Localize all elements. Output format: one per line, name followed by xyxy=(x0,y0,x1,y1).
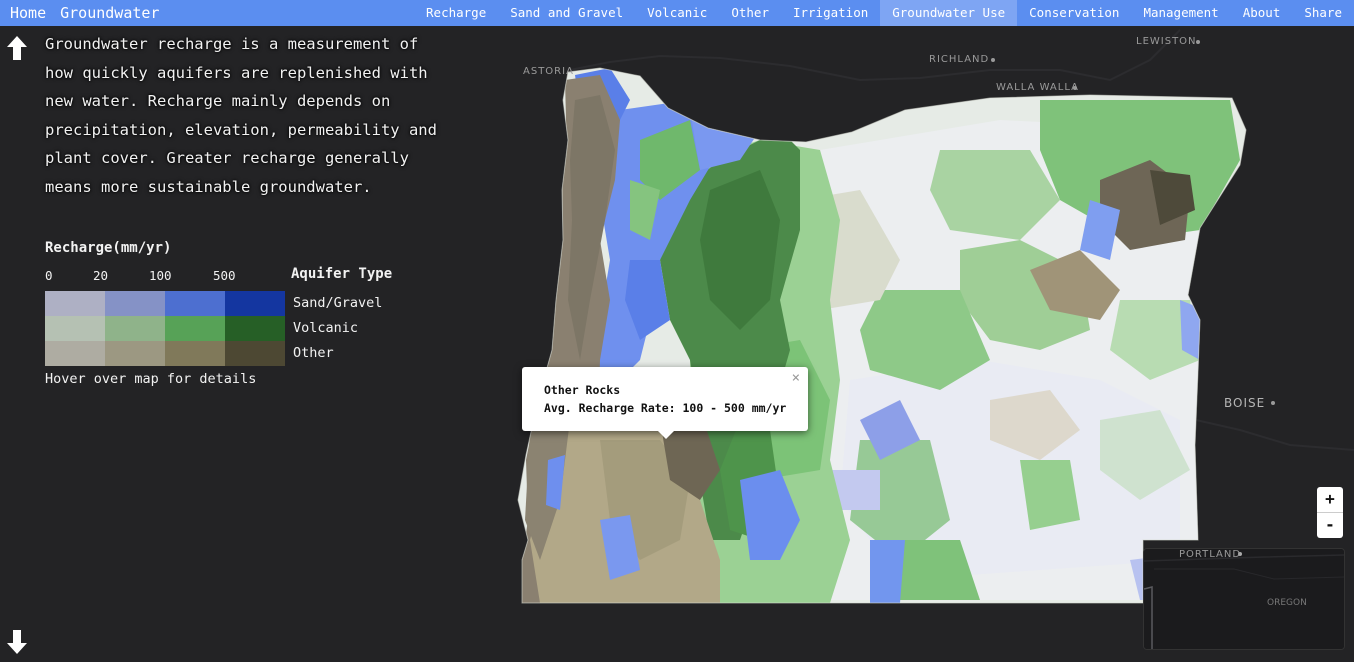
zoom-out-button[interactable]: - xyxy=(1317,513,1343,538)
hover-hint: Hover over map for details xyxy=(45,371,257,387)
legend-swatch xyxy=(225,316,285,341)
site-title[interactable]: Groundwater xyxy=(60,4,159,22)
aquifer-type-title: Aquifer Type xyxy=(291,266,393,282)
popup-title: Other Rocks xyxy=(544,383,621,397)
legend-swatch xyxy=(105,291,165,316)
legend-swatch xyxy=(45,316,105,341)
map-popup: × Other Rocks Avg. Recharge Rate: 100 - … xyxy=(522,367,808,439)
legend-swatch xyxy=(45,291,105,316)
legend-swatch xyxy=(165,291,225,316)
minimap[interactable]: PORTLAND OREGON xyxy=(1143,548,1345,650)
place-oregon: OREGON xyxy=(1267,598,1307,608)
legend-swatch xyxy=(225,341,285,366)
legend-title: Recharge(mm/yr) xyxy=(45,240,172,256)
home-link[interactable]: Home xyxy=(10,4,46,22)
minimap-canvas xyxy=(1144,549,1344,649)
popup-tip xyxy=(657,430,675,439)
nav-other[interactable]: Other xyxy=(719,0,781,26)
nav-share[interactable]: Share xyxy=(1292,0,1354,26)
aquifer-label-volcanic: Volcanic xyxy=(293,320,359,336)
popup-close-button[interactable]: × xyxy=(792,371,800,385)
place-astoria: ASTORIA xyxy=(523,66,574,77)
nav-management[interactable]: Management xyxy=(1131,0,1230,26)
nav-groundwater-use[interactable]: Groundwater Use xyxy=(880,0,1018,26)
legend-swatches xyxy=(45,291,285,366)
legend-swatch xyxy=(165,316,225,341)
nav-irrigation[interactable]: Irrigation xyxy=(781,0,880,26)
nav-recharge[interactable]: Recharge xyxy=(414,0,498,26)
aquifer-label-sand-gravel: Sand/Gravel xyxy=(293,295,383,311)
place-boise: BOISE xyxy=(1224,396,1266,410)
intro-text: Groundwater recharge is a measurement of… xyxy=(45,35,437,196)
brand: Home Groundwater xyxy=(0,4,173,22)
nav-about[interactable]: About xyxy=(1231,0,1293,26)
sidebar: Groundwater recharge is a measurement of… xyxy=(0,26,470,662)
legend-swatch xyxy=(225,291,285,316)
aquifer-label-other: Other xyxy=(293,345,334,361)
arrow-down-icon[interactable] xyxy=(6,629,28,655)
place-lewiston: LEWISTON xyxy=(1136,36,1197,47)
legend-swatch xyxy=(45,341,105,366)
zoom-control: + - xyxy=(1317,487,1343,539)
legend-tick: 0 xyxy=(45,268,53,283)
nav-volcanic[interactable]: Volcanic xyxy=(635,0,719,26)
legend-swatch xyxy=(105,316,165,341)
nav-sand-and-gravel[interactable]: Sand and Gravel xyxy=(498,0,635,26)
legend-tick: 20 xyxy=(93,268,109,283)
legend-swatch xyxy=(165,341,225,366)
legend-swatch xyxy=(105,341,165,366)
nav-conservation[interactable]: Conservation xyxy=(1017,0,1131,26)
popup-recharge-rate: Avg. Recharge Rate: 100 - 500 mm/yr xyxy=(544,401,787,415)
legend-tick: 100 xyxy=(149,268,172,283)
place-walla-walla: WALLA WALLA xyxy=(996,82,1079,93)
zoom-in-button[interactable]: + xyxy=(1317,487,1343,513)
navbar: Home Groundwater Recharge Sand and Grave… xyxy=(0,0,1354,26)
place-richland: RICHLAND xyxy=(929,54,990,65)
nav-links: Recharge Sand and Gravel Volcanic Other … xyxy=(414,0,1354,26)
arrow-up-icon[interactable] xyxy=(6,35,28,61)
legend-tick: 500 xyxy=(213,268,236,283)
place-portland: PORTLAND xyxy=(1179,549,1242,560)
